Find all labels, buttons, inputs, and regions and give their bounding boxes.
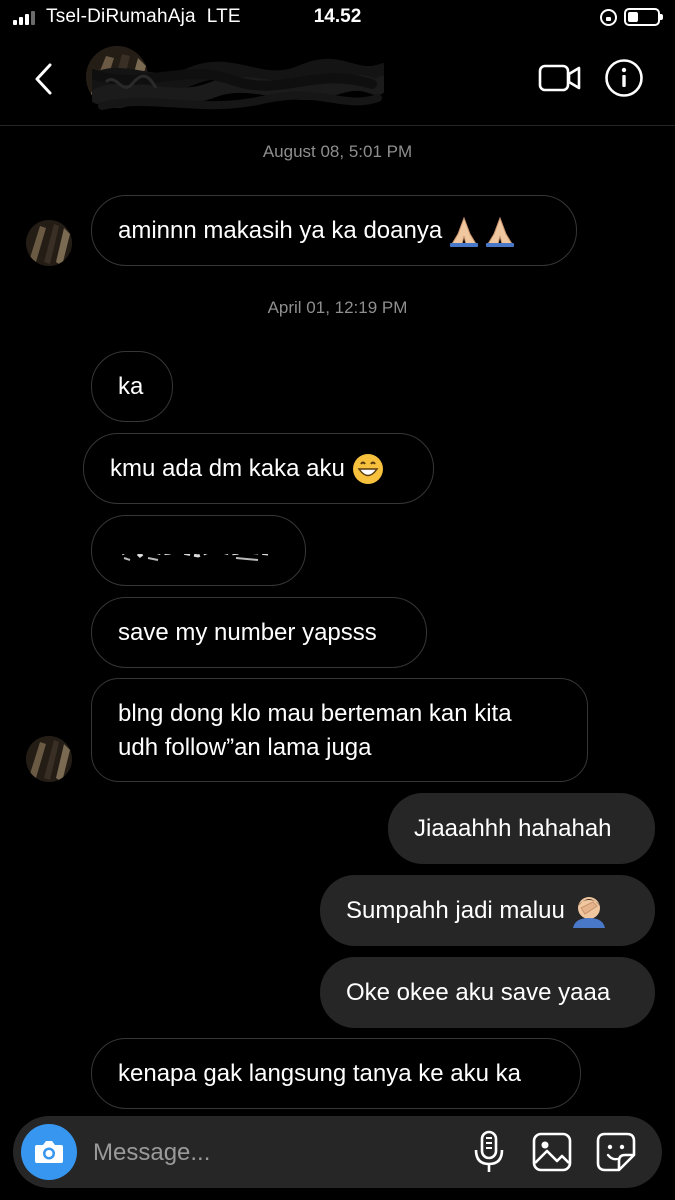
battery-icon <box>624 8 663 26</box>
message-text: save my number yapsss <box>118 618 377 646</box>
sender-avatar[interactable] <box>26 736 72 782</box>
chevron-left-icon[interactable] <box>30 62 60 96</box>
message-text-line-2: udh follow”an lama juga <box>118 734 372 761</box>
contact-name-redacted[interactable] <box>92 54 384 118</box>
video-camera-icon[interactable] <box>538 61 582 95</box>
message-input[interactable] <box>91 1130 455 1176</box>
message-timestamp: April 01, 12:19 PM <box>267 298 408 317</box>
message-timestamp: August 08, 5:01 PM <box>262 142 413 161</box>
sticker-icon[interactable] <box>595 1131 637 1173</box>
message-text: Sumpahh jadi maluu <box>346 896 565 924</box>
message-text: aminnn makasih ya ka doanya <box>118 216 443 244</box>
message-text: kenapa gak langsung tanya ke aku ka <box>118 1059 521 1087</box>
message-text: Jiaaahhh hahahah <box>414 814 612 842</box>
rotation-lock-icon <box>600 9 617 26</box>
sender-avatar[interactable] <box>26 220 72 266</box>
received-message-bubble[interactable]: ka <box>91 351 173 422</box>
sent-message-bubble[interactable]: Sumpahh jadi maluu <box>320 875 655 946</box>
camera-button[interactable] <box>21 1124 77 1180</box>
facepalm-emoji-icon <box>572 896 605 928</box>
received-message-bubble[interactable]: aminnn makasih ya ka doanya <box>91 195 577 266</box>
received-message-bubble[interactable]: save my number yapsss <box>91 597 427 668</box>
received-message-bubble-redacted[interactable] <box>91 515 306 586</box>
microphone-icon[interactable] <box>471 1130 507 1174</box>
message-text-line-1: blng dong klo mau berteman kan kita <box>118 700 512 727</box>
received-message-bubble[interactable]: kmu ada dm kaka aku <box>83 433 434 504</box>
received-message-bubble[interactable]: blng dong klo mau berteman kan kita udh … <box>91 678 588 782</box>
grinning-face-emoji-icon <box>352 453 383 484</box>
message-text: ka <box>118 372 144 400</box>
info-icon[interactable] <box>604 58 644 98</box>
message-text: Oke okee aku save yaaa <box>346 978 611 1006</box>
redacted-text-scribble <box>118 545 278 561</box>
chat-header <box>0 36 675 126</box>
dm-thread-screen: Tsel-DiRumahAja LTE 14.52 August 08, 5:0… <box>0 0 675 1200</box>
message-text: kmu ada dm kaka aku <box>110 454 345 482</box>
image-icon[interactable] <box>531 1131 573 1173</box>
sent-message-bubble[interactable]: Jiaaahhh hahahah <box>388 793 655 864</box>
camera-icon <box>35 1141 63 1163</box>
sent-message-bubble[interactable]: Oke okee aku save yaaa <box>320 957 655 1028</box>
message-composer <box>13 1116 662 1188</box>
received-message-bubble[interactable]: kenapa gak langsung tanya ke aku ka <box>91 1038 581 1109</box>
folded-hands-emoji-icon <box>450 216 515 247</box>
status-time: 14.52 <box>313 6 362 27</box>
status-bar: Tsel-DiRumahAja LTE 14.52 <box>0 0 675 36</box>
